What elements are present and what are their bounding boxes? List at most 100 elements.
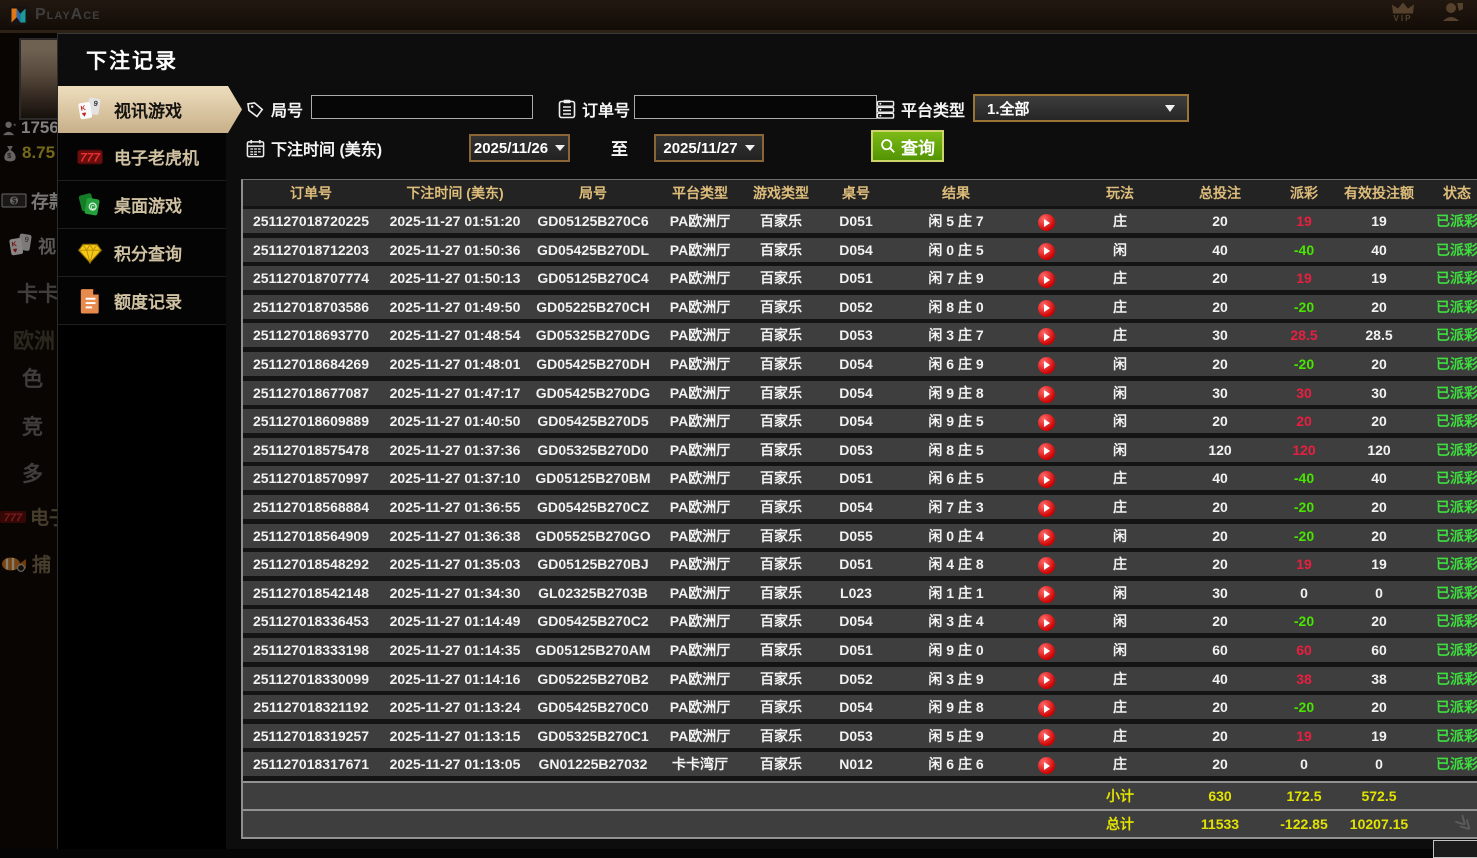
date-to-select[interactable]: 2025/11/27 xyxy=(654,134,764,162)
cell-status: 已派彩 xyxy=(1425,209,1477,233)
table-body: 2511270187202252025-11-27 01:51:20GD0512… xyxy=(243,209,1477,776)
cell-payout: -20 xyxy=(1275,524,1333,548)
replay-play-button[interactable] xyxy=(1038,300,1055,317)
cell-payout: 28.5 xyxy=(1275,323,1333,347)
cell-valid: 20 xyxy=(1333,609,1425,633)
cell-payout: 38 xyxy=(1275,667,1333,691)
replay-play-button[interactable] xyxy=(1038,386,1055,403)
cell-bet: 20 xyxy=(1165,495,1275,519)
replay-play-button[interactable] xyxy=(1038,529,1055,546)
cell-order: 251127018575478 xyxy=(243,438,379,462)
cell-round: GD05325B270DG xyxy=(531,323,655,347)
cell-game: 百家乐 xyxy=(745,352,817,376)
cell-time: 2025-11-27 01:49:50 xyxy=(379,295,531,319)
menu-item-points[interactable]: 积分查询 xyxy=(58,229,226,277)
platform-type-select[interactable]: 1.全部 xyxy=(973,94,1189,122)
search-button-label: 查询 xyxy=(901,134,935,159)
menu-item-table-games[interactable]: C桌面游戏 xyxy=(58,181,226,229)
table-row: 2511270183364532025-11-27 01:14:49GD0542… xyxy=(243,609,1477,633)
cell-platform: PA欧洲厅 xyxy=(655,667,745,691)
bet-time-label: 下注时间 (美东) xyxy=(271,136,382,160)
cell-status: 已派彩 xyxy=(1425,524,1477,548)
cell-tableno: D051 xyxy=(817,466,895,490)
replay-play-button[interactable] xyxy=(1038,614,1055,631)
replay-play-button[interactable] xyxy=(1038,414,1055,431)
replay-play-button[interactable] xyxy=(1038,729,1055,746)
cell-replay xyxy=(1017,695,1075,719)
cell-play: 庄 xyxy=(1075,295,1165,319)
cell-payout: 派彩 xyxy=(1275,180,1333,206)
replay-play-button[interactable] xyxy=(1038,443,1055,460)
replay-play-button[interactable] xyxy=(1038,557,1055,574)
cell-bet: 总投注 xyxy=(1165,180,1275,206)
cell-result: 闲 6 庄 6 xyxy=(895,752,1017,776)
platform-type-label: 平台类型 xyxy=(901,97,965,121)
replay-play-button[interactable] xyxy=(1038,500,1055,517)
replay-play-button[interactable] xyxy=(1038,586,1055,603)
play-icon xyxy=(1044,219,1050,227)
replay-play-button[interactable] xyxy=(1038,700,1055,717)
cell-platform: PA欧洲厅 xyxy=(655,438,745,462)
cell-game: 百家乐 xyxy=(745,638,817,662)
replay-play-button[interactable] xyxy=(1038,271,1055,288)
menu-item-slots[interactable]: 777电子老虎机 xyxy=(58,133,226,181)
cell-platform: PA欧洲厅 xyxy=(655,409,745,433)
playace-logo-icon xyxy=(8,5,29,26)
cell-status: 已派彩 xyxy=(1425,609,1477,633)
replay-play-button[interactable] xyxy=(1038,243,1055,260)
cell-result: 闲 0 庄 5 xyxy=(895,238,1017,262)
vip-label: VIP xyxy=(1394,14,1413,23)
round-id-input[interactable] xyxy=(311,95,533,119)
menu-item-records[interactable]: 额度记录 xyxy=(58,277,226,325)
cell-result xyxy=(895,811,1017,837)
cell-game: 百家乐 xyxy=(745,724,817,748)
replay-play-button[interactable] xyxy=(1038,757,1055,774)
customer-service-button[interactable] xyxy=(1441,1,1465,23)
subtotal-row: 小计630172.5572.5 xyxy=(243,781,1477,809)
replay-play-button[interactable] xyxy=(1038,328,1055,345)
cell-platform: PA欧洲厅 xyxy=(655,695,745,719)
menu-item-label: 电子老虎机 xyxy=(114,144,199,169)
cell-status: 已派彩 xyxy=(1425,495,1477,519)
cell-time: 2025-11-27 01:14:16 xyxy=(379,667,531,691)
cell-game: 百家乐 xyxy=(745,323,817,347)
replay-play-button[interactable] xyxy=(1038,672,1055,689)
replay-play-button[interactable] xyxy=(1038,357,1055,374)
cell-order: 251127018677087 xyxy=(243,381,379,405)
fishing-icon xyxy=(0,555,28,573)
replay-play-button[interactable] xyxy=(1038,643,1055,660)
cell-icon xyxy=(1017,180,1075,206)
jing-label: 竞 xyxy=(22,411,43,441)
cell-play: 庄 xyxy=(1075,752,1165,776)
date-from-select[interactable]: 2025/11/26 xyxy=(469,134,570,162)
menu-item-cards[interactable]: 9K♥视讯游戏 xyxy=(58,86,261,133)
vip-button[interactable]: VIP xyxy=(1391,1,1415,23)
svg-text:*: * xyxy=(13,121,16,130)
cell-order: 251127018548292 xyxy=(243,552,379,576)
cell-payout: -20 xyxy=(1275,352,1333,376)
cell-status: 已派彩 xyxy=(1425,638,1477,662)
replay-play-button[interactable] xyxy=(1038,471,1055,488)
cell-time: 2025-11-27 01:34:30 xyxy=(379,581,531,605)
search-button[interactable]: 查询 xyxy=(871,130,944,162)
cell-valid: 20 xyxy=(1333,695,1425,719)
play-icon xyxy=(1044,676,1050,684)
replay-play-button[interactable] xyxy=(1038,214,1055,231)
table-row: 2511270183331982025-11-27 01:14:35GD0512… xyxy=(243,638,1477,662)
cell-game xyxy=(745,811,817,837)
cell-round: GD05325B270C1 xyxy=(531,724,655,748)
cell-platform: PA欧洲厅 xyxy=(655,524,745,548)
cell-status: 已派彩 xyxy=(1425,752,1477,776)
cell-result xyxy=(895,783,1017,809)
cell-time: 2025-11-27 01:47:17 xyxy=(379,381,531,405)
cell-play: 闲 xyxy=(1075,638,1165,662)
cell-round: GN01225B27032 xyxy=(531,752,655,776)
cell-status: 已派彩 xyxy=(1425,438,1477,462)
play-icon xyxy=(1044,361,1050,369)
cell-game: 百家乐 xyxy=(745,409,817,433)
order-id-input[interactable] xyxy=(634,95,877,119)
pagination-box[interactable] xyxy=(1433,840,1477,858)
records-icon xyxy=(77,288,103,314)
cell-replay xyxy=(1017,667,1075,691)
cell-status xyxy=(1425,783,1477,809)
